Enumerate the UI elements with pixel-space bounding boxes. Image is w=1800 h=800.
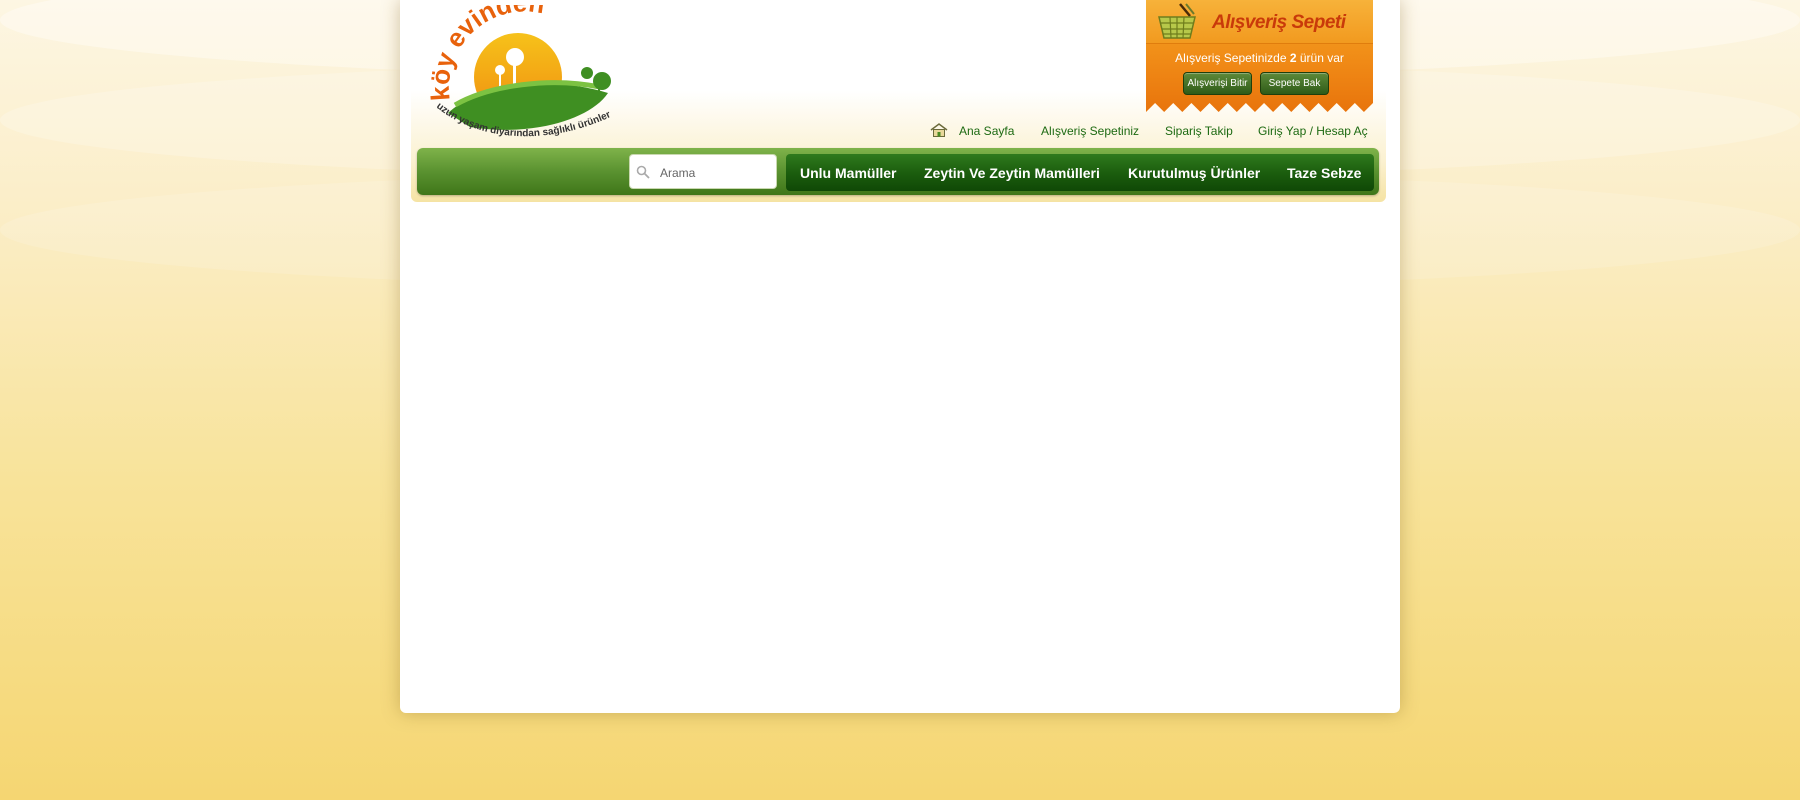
menu-item-kurutulmus[interactable]: Kurutulmuş Ürünler [1128,165,1260,181]
cart-header: Alışveriş Sepeti [1146,0,1373,44]
home-link[interactable]: Ana Sayfa [959,124,1014,138]
search-icon[interactable] [636,165,650,179]
basket-icon [1158,3,1196,39]
cart-summary-prefix: Alışveriş Sepetinizde [1175,51,1290,65]
cart-title: Alışveriş Sepeti [1212,12,1346,33]
order-tracking-link[interactable]: Sipariş Takip [1165,124,1233,138]
home-icon [930,123,948,137]
my-cart-link[interactable]: Alışveriş Sepetiniz [1041,124,1139,138]
cart-summary-suffix: ürün var [1296,51,1344,65]
category-menu: Unlu Mamüller Zeytin Ve Zeytin Mamülleri… [786,154,1374,191]
login-register-link[interactable]: Giriş Yap / Hesap Aç [1258,124,1368,138]
search-input[interactable] [660,164,770,182]
menu-item-taze-sebze[interactable]: Taze Sebze [1287,165,1361,181]
menu-item-zeytin[interactable]: Zeytin Ve Zeytin Mamülleri [924,165,1100,181]
cart-item-count: 2 [1289,51,1297,65]
checkout-button[interactable]: Alışverişi Bitir [1183,72,1252,95]
menu-item-unlu-mamuller[interactable]: Unlu Mamüller [800,165,896,181]
site-logo[interactable]: köy evinden uzun yaşam diyarından sağlık… [430,5,625,145]
shopping-cart-panel: Alışveriş Sepeti Alışveriş Sepetinizde 2… [1146,0,1373,112]
cart-summary: Alışveriş Sepetinizde 2 ürün var [1146,51,1373,65]
search-box [629,154,777,189]
view-cart-button[interactable]: Sepete Bak [1260,72,1329,95]
